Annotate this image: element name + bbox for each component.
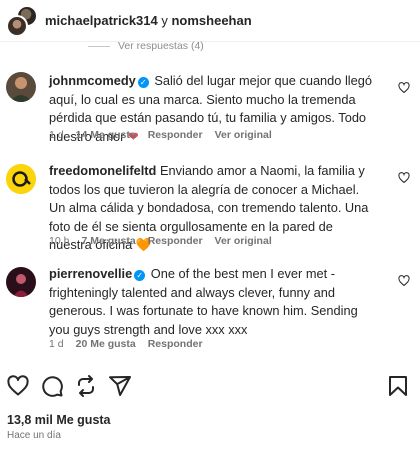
see-original-button[interactable]: Ver original — [215, 235, 272, 247]
reply-button[interactable]: Responder — [148, 235, 203, 247]
reply-button[interactable]: Responder — [148, 338, 203, 350]
share-icon[interactable] — [108, 374, 132, 398]
comment-username[interactable]: freedomonelifeltd — [49, 163, 156, 178]
comment-time: 1 d — [49, 338, 64, 350]
verified-icon: ✓ — [137, 77, 149, 88]
avatar[interactable] — [6, 72, 36, 102]
comment-likes[interactable]: 20 Me gusta — [76, 338, 136, 350]
comment-meta: 10 h 7 Me gusta Responder Ver original — [49, 235, 272, 247]
comment-time: 1 d — [49, 129, 64, 141]
heart-icon[interactable] — [398, 275, 410, 287]
avatar[interactable] — [6, 267, 36, 297]
post-actions — [0, 372, 420, 400]
collab-avatars[interactable] — [6, 4, 38, 37]
comment-time: 10 h — [49, 235, 70, 247]
verified-icon: ✓ — [134, 270, 146, 281]
post-timestamp: Hace un día — [7, 430, 61, 441]
avatar[interactable] — [6, 164, 36, 194]
comment-icon[interactable] — [40, 374, 64, 398]
reply-button[interactable]: Responder — [148, 129, 203, 141]
post-header: michaelpatrick314 y nomsheehan — [0, 0, 420, 42]
see-original-button[interactable]: Ver original — [215, 129, 272, 141]
comment-likes[interactable]: 7 Me gusta — [81, 235, 135, 247]
comment-username[interactable]: johnmcomedy — [49, 73, 136, 88]
heart-icon[interactable] — [6, 374, 30, 398]
header-user-1[interactable]: michaelpatrick314 — [45, 13, 158, 28]
header-user-2[interactable]: nomsheehan — [171, 13, 251, 28]
avatar — [6, 14, 28, 37]
comment-likes[interactable]: 14 Me gusta — [76, 129, 136, 141]
header-title: michaelpatrick314 y nomsheehan — [45, 13, 252, 28]
heart-icon[interactable] — [398, 82, 410, 94]
comment-body: pierrenovellie ✓ One of the best men I ev… — [49, 265, 374, 339]
comment-meta: 1 d 14 Me gusta Responder Ver original — [49, 129, 272, 141]
comment-meta: 1 d 20 Me gusta Responder — [49, 338, 203, 350]
header-separator: y — [161, 13, 168, 28]
repost-icon[interactable] — [74, 374, 98, 398]
post-likes-count[interactable]: 13,8 mil Me gusta — [7, 413, 111, 427]
heart-icon[interactable] — [398, 172, 410, 184]
comment-username[interactable]: pierrenovellie — [49, 266, 132, 281]
view-replies-link[interactable]: Ver respuestas (4) — [88, 40, 204, 52]
bookmark-icon[interactable] — [386, 374, 410, 398]
